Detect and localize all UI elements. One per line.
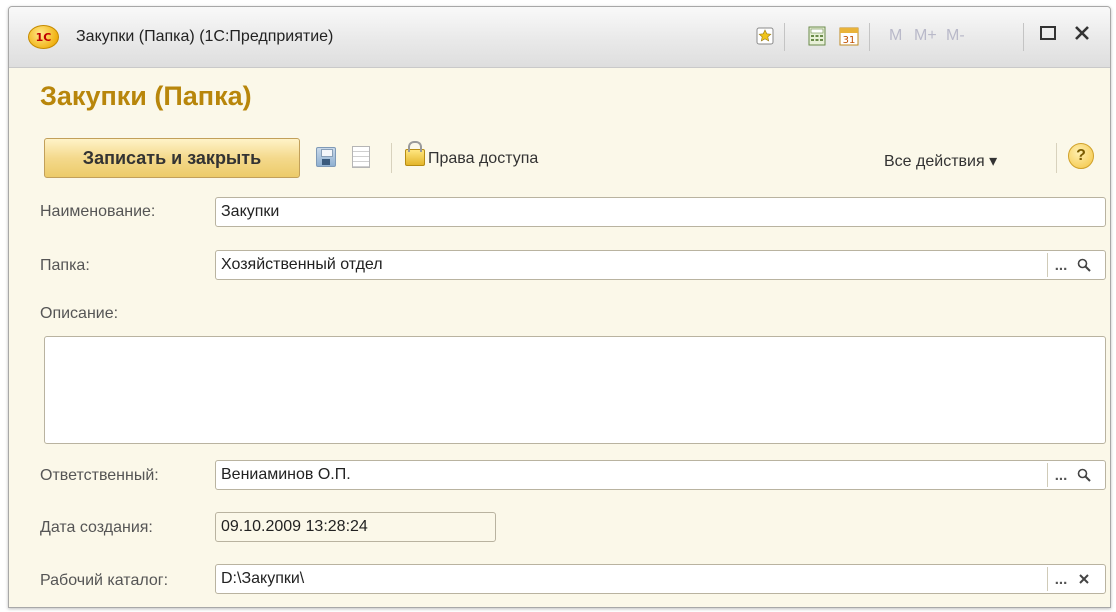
search-icon[interactable]	[1073, 461, 1095, 489]
field-separator	[1047, 253, 1048, 277]
page-title: Закупки (Папка)	[40, 81, 252, 111]
created-value: 09.10.2009 13:28:24	[221, 518, 368, 535]
close-icon[interactable]	[1073, 22, 1091, 48]
memory-m-button[interactable]: M	[889, 27, 902, 45]
folder-field[interactable]: Хозяйственный отдел ...	[215, 250, 1106, 280]
toolbar-separator	[869, 23, 870, 51]
window-title: Закупки (Папка) (1С:Предприятие)	[76, 28, 334, 45]
name-field[interactable]: Закупки	[215, 197, 1106, 227]
responsible-field[interactable]: Вениаминов О.П. ...	[215, 460, 1106, 490]
toolbar-separator	[784, 23, 785, 51]
responsible-select-button[interactable]: ...	[1050, 461, 1072, 489]
document-list-icon[interactable]	[352, 146, 370, 168]
search-icon[interactable]	[1073, 251, 1095, 279]
field-separator	[1047, 463, 1048, 487]
description-label: Описание:	[40, 305, 119, 322]
toolbar-separator	[1056, 143, 1057, 173]
work-dir-select-button[interactable]: ...	[1050, 565, 1072, 593]
memory-plus-button[interactable]: M+	[914, 27, 937, 45]
name-value: Закупки	[221, 203, 280, 220]
clear-icon[interactable]	[1073, 565, 1095, 593]
all-actions-menu[interactable]: Все действия ▾	[884, 151, 997, 171]
name-label: Наименование:	[40, 203, 156, 220]
created-field: 09.10.2009 13:28:24	[215, 512, 496, 542]
1c-logo-icon[interactable]: 1С	[28, 25, 59, 49]
work-dir-label: Рабочий каталог:	[40, 572, 169, 589]
save-and-close-button[interactable]: Записать и закрыть	[44, 138, 300, 178]
folder-label: Папка:	[40, 257, 90, 274]
lock-icon[interactable]	[405, 141, 425, 166]
toolbar-separator	[391, 143, 392, 173]
work-dir-value: D:\Закупки\	[221, 570, 305, 587]
responsible-value: Вениаминов О.П.	[221, 466, 351, 483]
calendar-day-text: 31	[843, 35, 856, 46]
responsible-label: Ответственный:	[40, 467, 159, 484]
field-separator	[1047, 567, 1048, 591]
memory-minus-button[interactable]: M-	[946, 27, 965, 45]
created-label: Дата создания:	[40, 519, 153, 536]
help-icon[interactable]: ?	[1068, 143, 1094, 169]
form-window: 1С Закупки (Папка) (1С:Предприятие) 31 M…	[8, 6, 1111, 608]
work-dir-field[interactable]: D:\Закупки\ ...	[215, 564, 1106, 594]
title-bar: 1С Закупки (Папка) (1С:Предприятие) 31 M…	[9, 7, 1110, 68]
folder-value: Хозяйственный отдел	[221, 256, 383, 273]
access-rights-button[interactable]: Права доступа	[428, 150, 538, 168]
calculator-icon[interactable]	[806, 25, 828, 47]
folder-select-button[interactable]: ...	[1050, 251, 1072, 279]
favorites-icon[interactable]	[754, 25, 776, 47]
calendar-icon[interactable]: 31	[838, 25, 860, 47]
save-icon[interactable]	[316, 147, 336, 167]
description-textarea[interactable]	[44, 336, 1106, 444]
maximize-icon[interactable]	[1039, 22, 1057, 48]
toolbar-separator	[1023, 23, 1024, 51]
